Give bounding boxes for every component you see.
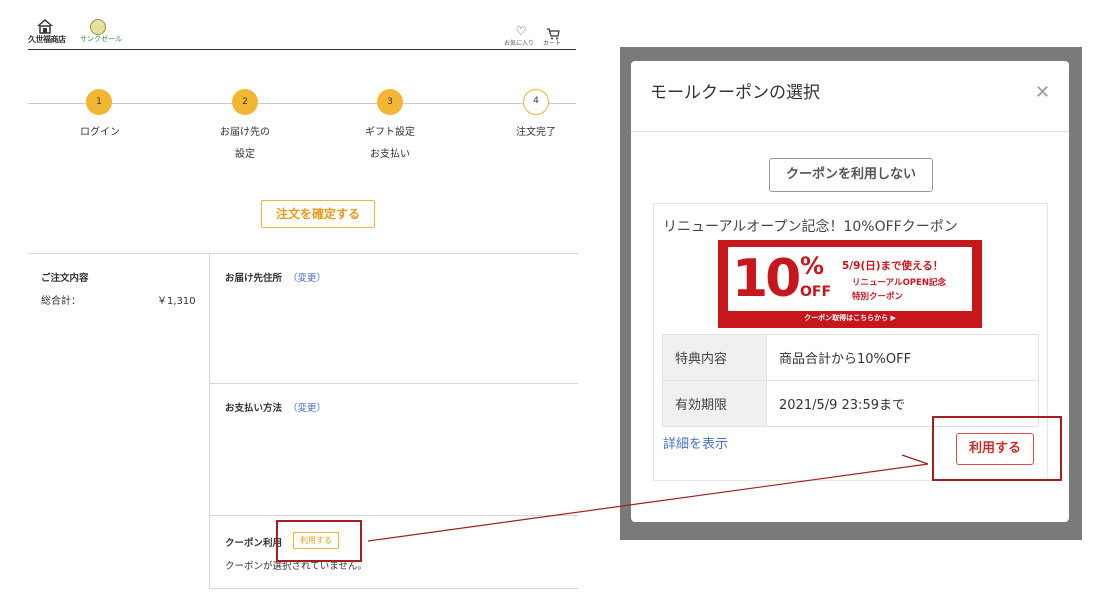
annotation-arrow — [367, 454, 929, 542]
